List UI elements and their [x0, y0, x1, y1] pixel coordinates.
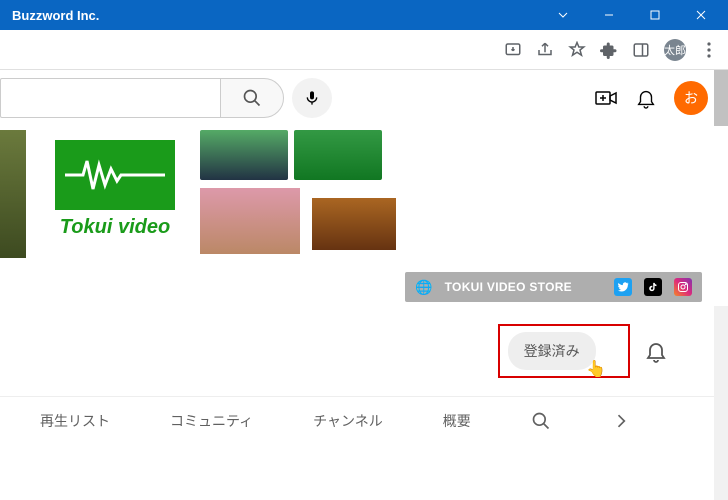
globe-icon: 🌐 [415, 279, 432, 296]
sidepanel-icon[interactable] [632, 41, 650, 59]
tab-playlists[interactable]: 再生リスト [40, 411, 110, 431]
channel-logo: Tokui video [45, 140, 185, 260]
subscribed-button[interactable]: 登録済み [508, 332, 596, 370]
channel-banner: Tokui video 🌐 TOKUI VIDEO STORE [0, 126, 728, 306]
banner-thumbnail [200, 130, 288, 180]
banner-thumbnail [312, 198, 396, 250]
banner-thumbnail [294, 130, 382, 180]
window-dropdown-icon[interactable] [540, 0, 586, 30]
store-link[interactable]: TOKUI VIDEO STORE [445, 280, 572, 294]
notifications-button[interactable] [634, 86, 658, 110]
channel-notification-bell[interactable] [644, 339, 668, 363]
voice-search-button[interactable] [292, 78, 332, 118]
browser-profile-avatar[interactable]: 太郎 [664, 39, 686, 61]
tabs-scroll-right-icon[interactable] [611, 411, 631, 431]
tab-channels[interactable]: チャンネル [313, 411, 383, 431]
instagram-link-icon[interactable] [674, 278, 692, 296]
tiktok-link-icon[interactable] [644, 278, 662, 296]
create-video-button[interactable] [594, 86, 618, 110]
window-minimize-button[interactable] [586, 0, 632, 30]
banner-thumbnail [200, 188, 300, 254]
search-button[interactable] [220, 78, 284, 118]
channel-links-bar: 🌐 TOKUI VIDEO STORE [405, 272, 702, 302]
tab-about[interactable]: 概要 [443, 411, 471, 431]
bookmark-star-icon[interactable] [568, 41, 586, 59]
tutorial-highlight-box: 登録済み 👆 [498, 324, 630, 378]
account-avatar[interactable]: お [674, 81, 708, 115]
window-maximize-button[interactable] [632, 0, 678, 30]
window-title: Buzzword Inc. [12, 8, 99, 23]
tab-community[interactable]: コミュニティ [170, 411, 253, 431]
extensions-puzzle-icon[interactable] [600, 41, 618, 59]
twitter-link-icon[interactable] [614, 278, 632, 296]
channel-logo-text: Tokui video [45, 216, 185, 239]
banner-strip [0, 130, 26, 258]
search-input[interactable] [0, 78, 220, 118]
tab-search-icon[interactable] [531, 411, 551, 431]
window-close-button[interactable] [678, 0, 724, 30]
install-app-icon[interactable] [504, 41, 522, 59]
browser-menu-icon[interactable] [700, 41, 718, 59]
share-icon[interactable] [536, 41, 554, 59]
